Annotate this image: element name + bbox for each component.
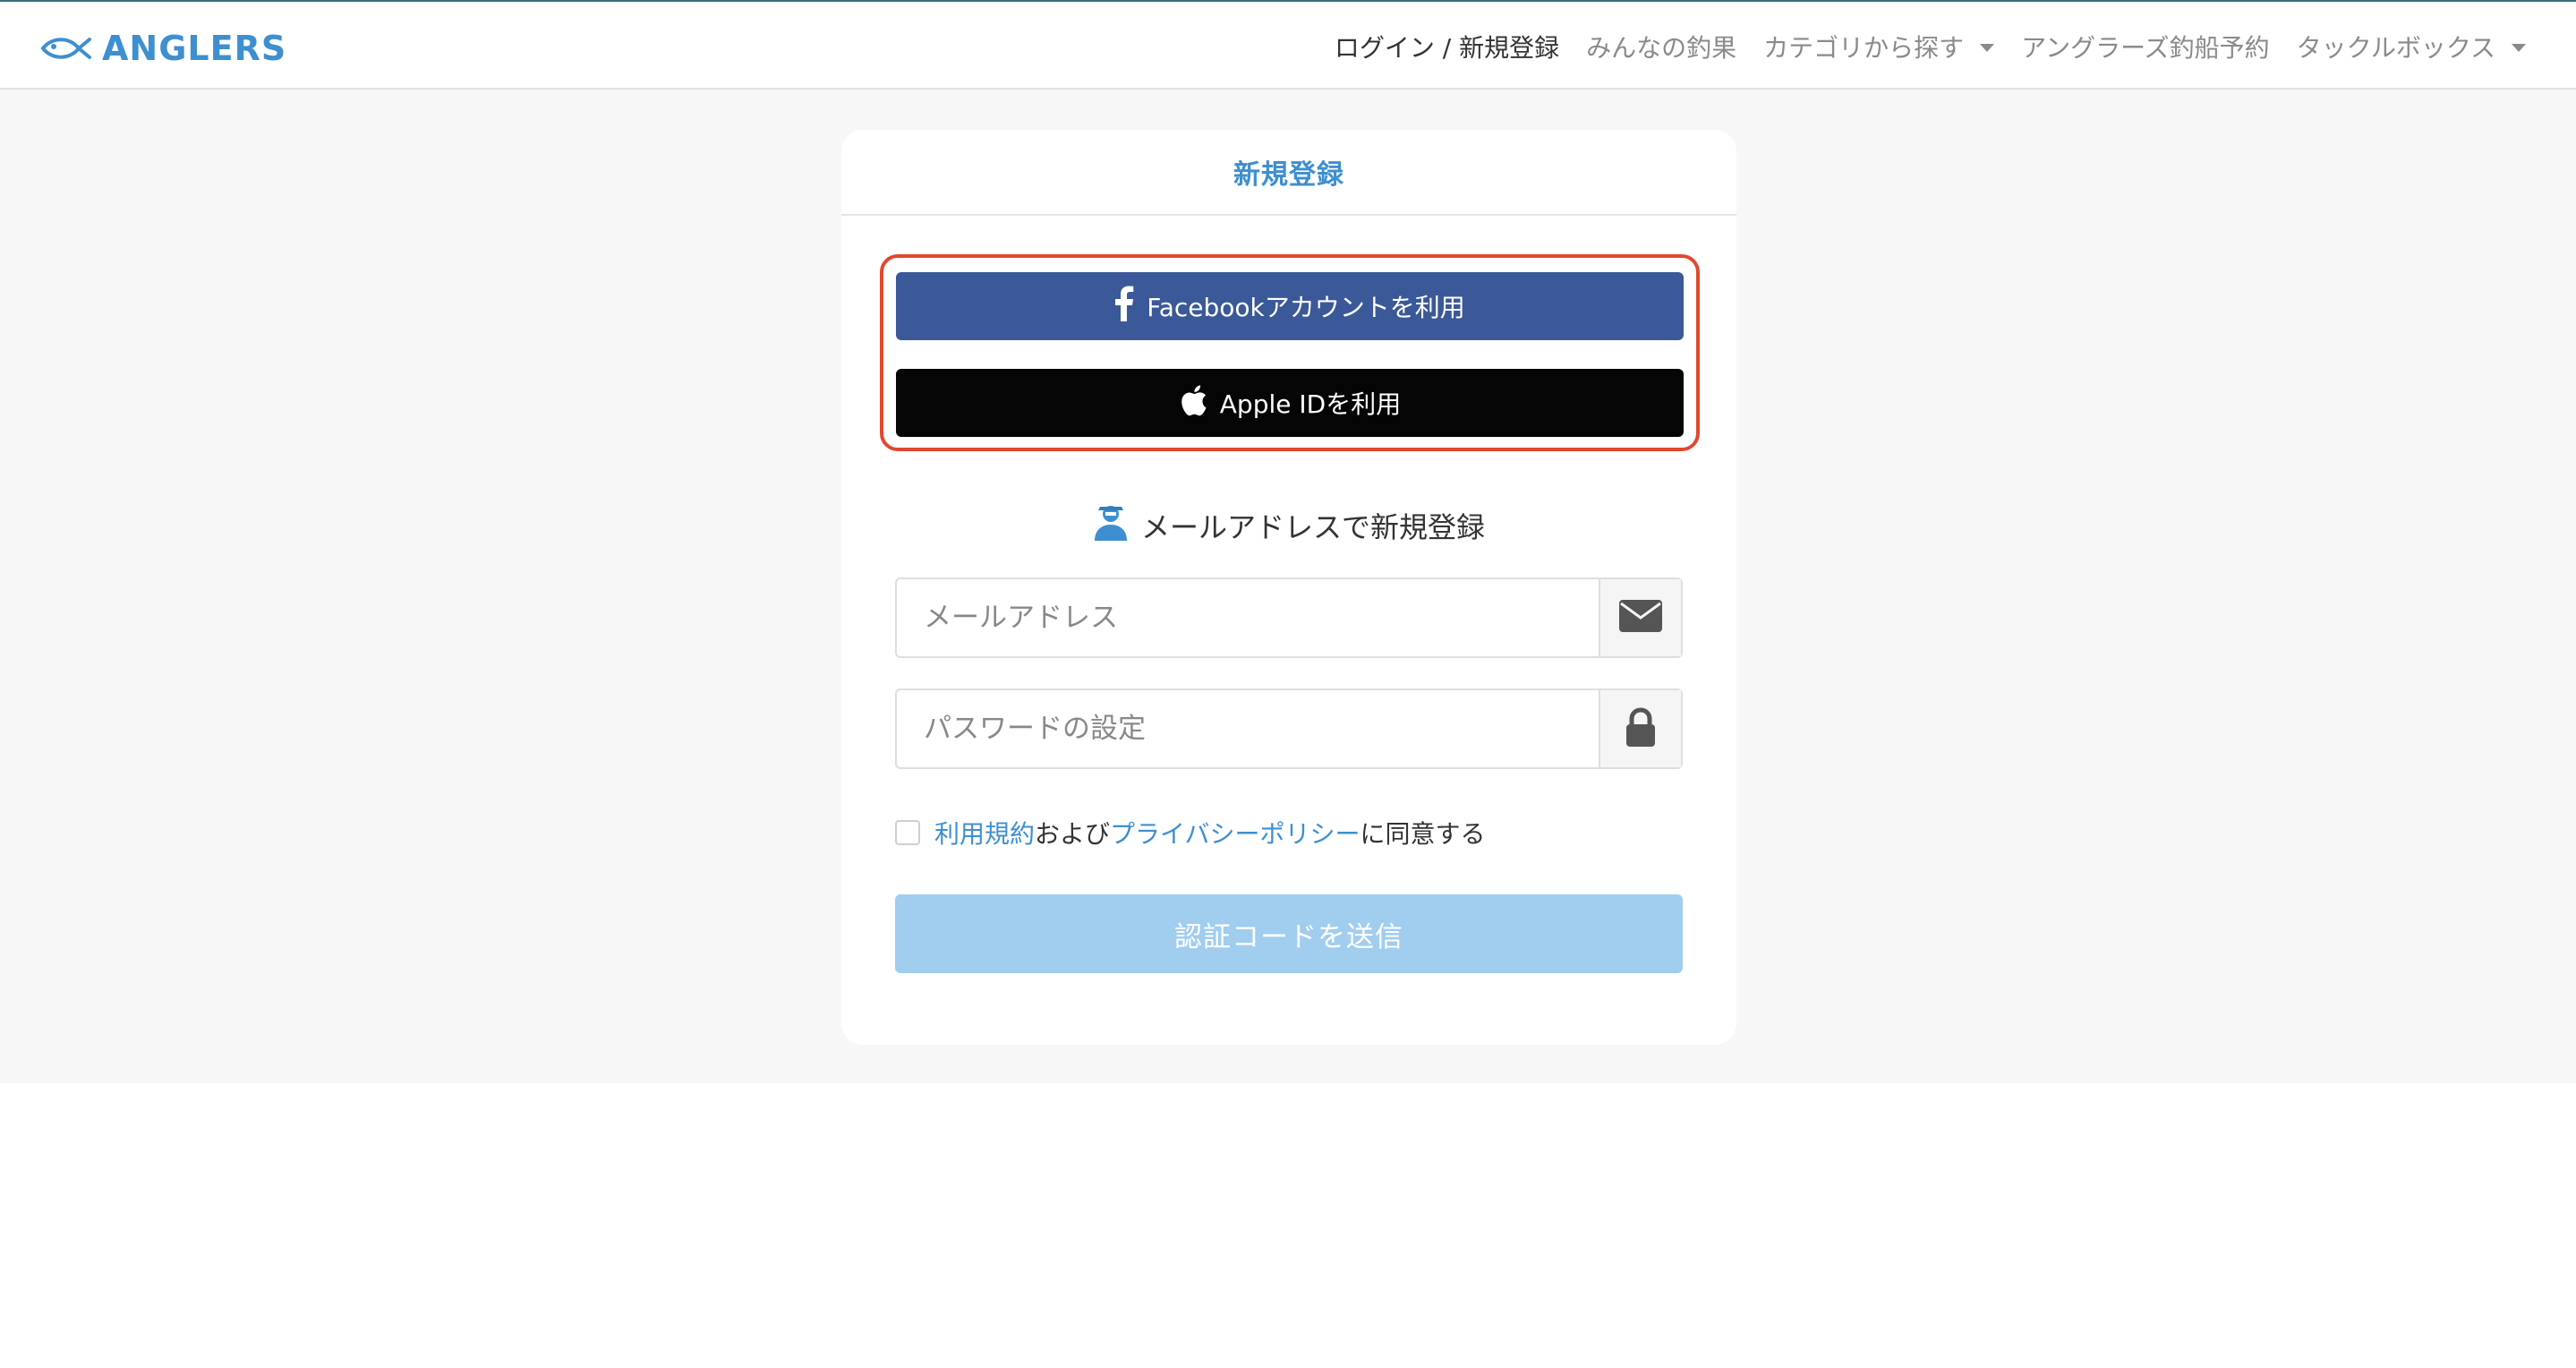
register-card: 新規登録 Facebookアカウントを利用 Apple IDを利用 メールアドレ… <box>841 130 1736 1045</box>
email-register-heading: メールアドレスで新規登録 <box>841 503 1736 548</box>
nav-everyone-catches-label: みんなの釣果 <box>1586 33 1737 63</box>
brand-name: ANGLERS <box>102 29 287 68</box>
nav-tackle-box-label: タックルボックス <box>2296 33 2495 63</box>
send-code-button[interactable]: 認証コードを送信 <box>895 894 1683 973</box>
password-addon <box>1599 690 1681 767</box>
terms-checkbox[interactable] <box>895 820 920 845</box>
apple-login-label: Apple IDを利用 <box>1219 389 1402 419</box>
nav-tackle-box[interactable]: タックルボックス <box>2297 29 2526 64</box>
nav-login-register[interactable]: ログイン / 新規登録 <box>1335 29 1559 64</box>
fish-icon <box>39 35 91 62</box>
card-title: 新規登録 <box>1233 159 1344 191</box>
nav-menu: ログイン / 新規登録 みんなの釣果 カテゴリから探す アングラーズ釣船予約 タ… <box>1335 23 2526 70</box>
caret-down-icon <box>2512 43 2526 52</box>
apple-icon <box>1179 382 1207 424</box>
agree-suffix: に同意する <box>1360 819 1486 849</box>
facebook-icon <box>1114 286 1134 328</box>
facebook-login-button[interactable]: Facebookアカウントを利用 <box>896 272 1684 340</box>
and-text: および <box>1035 819 1111 849</box>
privacy-link[interactable]: プライバシーポリシー <box>1110 819 1360 849</box>
user-icon <box>1093 503 1129 548</box>
brand-logo[interactable]: ANGLERS <box>39 29 286 68</box>
password-input-group <box>895 688 1683 769</box>
social-login-highlight: Facebookアカウントを利用 Apple IDを利用 <box>880 254 1700 451</box>
caret-down-icon <box>1980 43 1995 52</box>
envelope-icon <box>1619 600 1662 636</box>
lock-icon <box>1625 707 1657 750</box>
terms-agreement-text: 利用規約およびプライバシーポリシーに同意する <box>934 815 1486 851</box>
nav-login-register-label: ログイン / 新規登録 <box>1334 33 1560 63</box>
send-code-label: 認証コードを送信 <box>1174 920 1403 953</box>
apple-login-button[interactable]: Apple IDを利用 <box>896 369 1684 437</box>
terms-agreement: 利用規約およびプライバシーポリシーに同意する <box>895 815 1486 851</box>
email-input[interactable] <box>897 579 1599 656</box>
nav-browse-category-label: カテゴリから探す <box>1763 33 1965 63</box>
terms-link[interactable]: 利用規約 <box>934 819 1035 849</box>
nav-everyone-catches[interactable]: みんなの釣果 <box>1586 29 1736 64</box>
email-input-group <box>895 577 1683 658</box>
nav-boat-booking-label: アングラーズ釣船予約 <box>2021 33 2270 63</box>
navbar: ANGLERS ログイン / 新規登録 みんなの釣果 カテゴリから探す アングラ… <box>0 2 2576 90</box>
password-input[interactable] <box>897 690 1599 767</box>
email-register-heading-label: メールアドレスで新規登録 <box>1140 510 1485 544</box>
nav-browse-category[interactable]: カテゴリから探す <box>1763 29 1995 64</box>
card-header: 新規登録 <box>841 130 1736 216</box>
email-addon <box>1599 579 1681 656</box>
nav-boat-booking[interactable]: アングラーズ釣船予約 <box>2021 29 2269 64</box>
facebook-login-label: Facebookアカウントを利用 <box>1147 293 1465 322</box>
